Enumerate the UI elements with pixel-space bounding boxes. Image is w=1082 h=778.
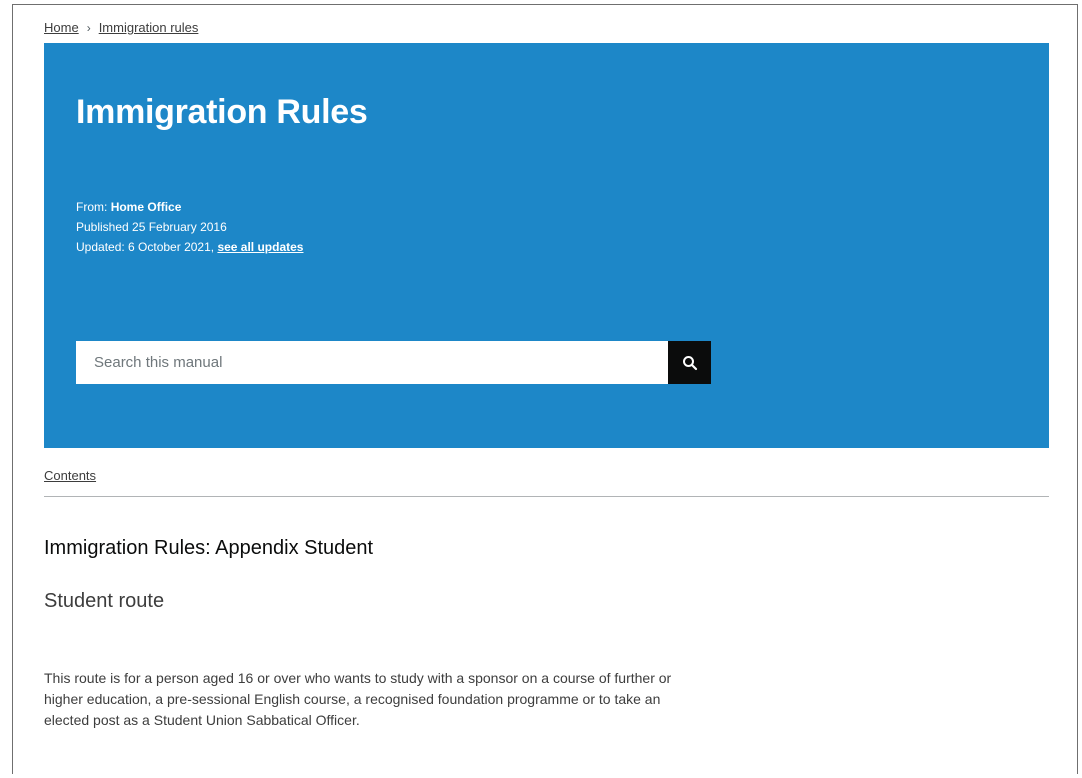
page-title: Immigration Rules [76, 93, 368, 131]
from-row: From: Home Office [76, 197, 303, 217]
search-button[interactable] [668, 341, 711, 384]
manual-search-form [76, 341, 711, 384]
breadcrumb-separator-icon: › [86, 20, 91, 35]
title-banner: Immigration Rules From: Home Office Publ… [44, 43, 1049, 448]
section-heading: Immigration Rules: Appendix Student [44, 537, 374, 559]
breadcrumb: Home › Immigration rules [44, 20, 198, 35]
published-date: Published 25 February 2016 [76, 220, 227, 234]
from-organisation: Home Office [110, 200, 182, 214]
publication-metadata: From: Home Office Published 25 February … [76, 197, 303, 257]
search-input[interactable] [76, 341, 668, 384]
contents-link[interactable]: Contents [44, 468, 96, 483]
see-all-updates-link[interactable]: see all updates [217, 240, 303, 254]
section-subheading: Student route [44, 590, 165, 612]
updated-date: Updated: 6 October 2021, [76, 240, 215, 254]
updated-row: Updated: 6 October 2021, see all updates [76, 237, 303, 257]
search-icon [682, 355, 697, 370]
from-label: From: [76, 200, 108, 214]
breadcrumb-home-link[interactable]: Home [44, 20, 79, 35]
contents-divider [44, 496, 1049, 497]
breadcrumb-current-link[interactable]: Immigration rules [99, 20, 199, 35]
route-description: This route is for a person aged 16 or ov… [44, 670, 672, 728]
